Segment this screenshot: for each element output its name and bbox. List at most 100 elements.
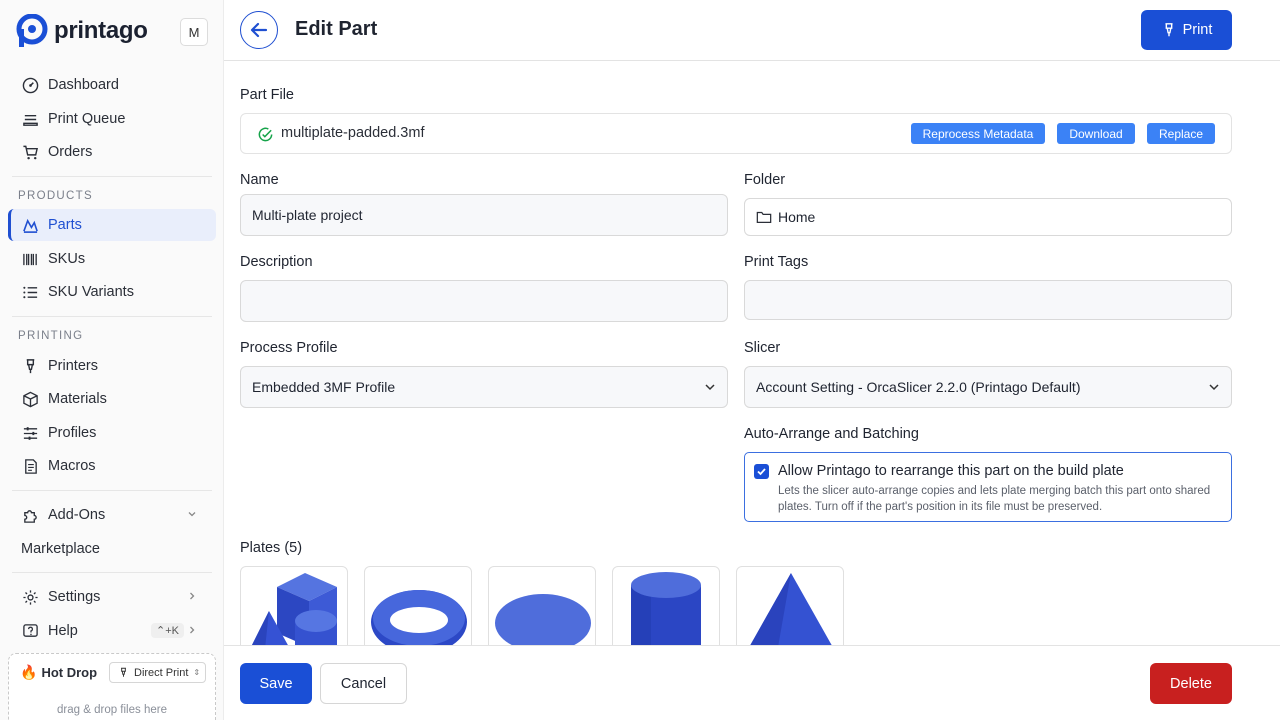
process-profile-label: Process Profile (240, 340, 338, 356)
sidebar: printago M Dashboard Print Queue Orders … (0, 0, 224, 720)
chevron-right-icon (190, 626, 195, 634)
sidebar-item-dashboard[interactable]: Dashboard (8, 69, 216, 101)
description-input[interactable] (240, 280, 728, 322)
plates-gallery (240, 566, 860, 646)
cart-icon (23, 145, 39, 159)
sidebar-item-orders[interactable]: Orders (8, 136, 216, 168)
plate-thumbnail[interactable] (736, 566, 844, 646)
auto-arrange-description: Lets the slicer auto-arrange copies and … (778, 485, 1211, 513)
delete-button[interactable]: Delete (1150, 663, 1232, 704)
sidebar-item-label: Dashboard (48, 77, 119, 93)
download-button[interactable]: Download (1057, 123, 1135, 144)
plate-thumbnail[interactable] (488, 566, 596, 646)
process-profile-value: Embedded 3MF Profile (252, 379, 396, 395)
section-label-products: PRODUCTS (18, 190, 93, 202)
torus-model-icon (371, 590, 467, 646)
sidebar-item-materials[interactable]: Materials (8, 383, 216, 415)
auto-arrange-checkbox[interactable] (754, 464, 769, 479)
sidebar-item-label: Macros (48, 458, 96, 474)
printago-logo-icon (16, 14, 48, 47)
sidebar-item-skus[interactable]: SKUs (8, 243, 216, 275)
brand-name: printago (54, 17, 148, 44)
part-file-card: multiplate-padded.3mf Reprocess Metadata… (240, 113, 1232, 154)
document-icon (25, 458, 37, 474)
print-tags-input[interactable] (744, 280, 1232, 320)
cone-model-icon (749, 573, 833, 646)
folder-label: Folder (744, 172, 786, 188)
replace-button[interactable]: Replace (1147, 123, 1215, 144)
disc-model-icon (495, 594, 591, 646)
gauge-icon (22, 77, 39, 93)
sidebar-item-add-ons[interactable]: Add-Ons (8, 499, 216, 531)
sidebar-item-label: Settings (48, 589, 101, 605)
page-title: Edit Part (295, 18, 378, 40)
auto-arrange-label: Auto-Arrange and Batching (744, 426, 919, 442)
sidebar-item-label: Print Queue (48, 111, 126, 127)
slicer-value: Account Setting - OrcaSlicer 2.2.0 (Prin… (756, 379, 1081, 395)
arrow-left-icon (250, 22, 268, 38)
name-input-value: Multi-plate project (252, 207, 363, 223)
hot-drop-mode-select[interactable]: Direct Print ⇕ (109, 662, 206, 683)
flame-icon: 🔥 (20, 664, 38, 680)
process-profile-select[interactable]: Embedded 3MF Profile (240, 366, 728, 408)
section-label-printing: PRINTING (18, 330, 84, 342)
back-button[interactable] (240, 11, 278, 49)
name-input[interactable]: Multi-plate project (240, 194, 728, 236)
cancel-button[interactable]: Cancel (320, 663, 407, 704)
plate-thumbnail[interactable] (240, 566, 348, 646)
barcode-icon (23, 253, 37, 265)
sidebar-item-print-queue[interactable]: Print Queue (8, 103, 216, 135)
list-icon (23, 286, 38, 298)
reprocess-metadata-button[interactable]: Reprocess Metadata (911, 123, 1045, 144)
sidebar-item-marketplace[interactable]: Marketplace (8, 533, 216, 565)
sidebar-item-label: SKUs (48, 251, 86, 267)
nozzle-icon (1165, 23, 1173, 37)
print-button-label: Print (1182, 22, 1213, 38)
sidebar-item-label: Printers (48, 358, 98, 374)
part-file-label: Part File (240, 87, 294, 103)
chevron-down-icon (705, 384, 715, 391)
nozzle-icon (121, 667, 126, 677)
sidebar-item-profiles[interactable]: Profiles (8, 417, 216, 449)
brand-logo[interactable]: printago (16, 14, 148, 48)
slicer-select[interactable]: Account Setting - OrcaSlicer 2.2.0 (Prin… (744, 366, 1232, 408)
auto-arrange-option[interactable]: Allow Printago to rearrange this part on… (744, 452, 1232, 522)
print-button[interactable]: Print (1141, 10, 1232, 50)
description-label: Description (240, 254, 313, 270)
slicer-label: Slicer (744, 340, 781, 356)
puzzle-icon (24, 509, 37, 523)
sidebar-item-sku-variants[interactable]: SKU Variants (8, 276, 216, 308)
hot-drop-mode-label: Direct Print (134, 666, 189, 679)
workspace-switcher-button[interactable]: M (180, 18, 208, 46)
hot-drop-zone[interactable]: 🔥 Hot Drop Direct Print ⇕ drag & drop fi… (8, 653, 216, 720)
sidebar-divider (12, 572, 212, 573)
updown-icon: ⇕ (193, 668, 201, 677)
mixed-shapes-model-icon (251, 573, 337, 646)
hot-drop-label: Hot Drop (41, 665, 98, 680)
sidebar-item-printers[interactable]: Printers (8, 350, 216, 382)
hot-drop-hint: drag & drop files here (57, 704, 167, 716)
sidebar-item-label: Materials (48, 391, 107, 407)
queue-icon (23, 114, 38, 126)
help-icon (23, 623, 38, 637)
sidebar-item-macros[interactable]: Macros (8, 450, 216, 482)
sidebar-item-help[interactable]: Help ⌃+K (8, 615, 216, 647)
checkmark-icon (757, 468, 766, 476)
chevron-down-icon (188, 512, 196, 517)
chevron-right-icon (190, 592, 195, 600)
check-circle-icon (258, 127, 273, 142)
plate-thumbnail[interactable] (364, 566, 472, 646)
folder-select[interactable]: Home (744, 198, 1232, 236)
save-button[interactable]: Save (240, 663, 312, 704)
print-tags-label: Print Tags (744, 254, 809, 270)
folder-value: Home (778, 209, 816, 225)
part-file-name: multiplate-padded.3mf (281, 125, 425, 141)
sidebar-item-parts[interactable]: Parts (8, 209, 216, 241)
sidebar-item-label: Parts (48, 217, 82, 233)
plate-thumbnail[interactable] (612, 566, 720, 646)
sidebar-item-label: Orders (48, 144, 93, 160)
sidebar-item-settings[interactable]: Settings (8, 581, 216, 613)
parts-icon (23, 218, 38, 233)
sidebar-item-label: Marketplace (21, 541, 100, 557)
chevron-down-icon (1209, 384, 1219, 391)
